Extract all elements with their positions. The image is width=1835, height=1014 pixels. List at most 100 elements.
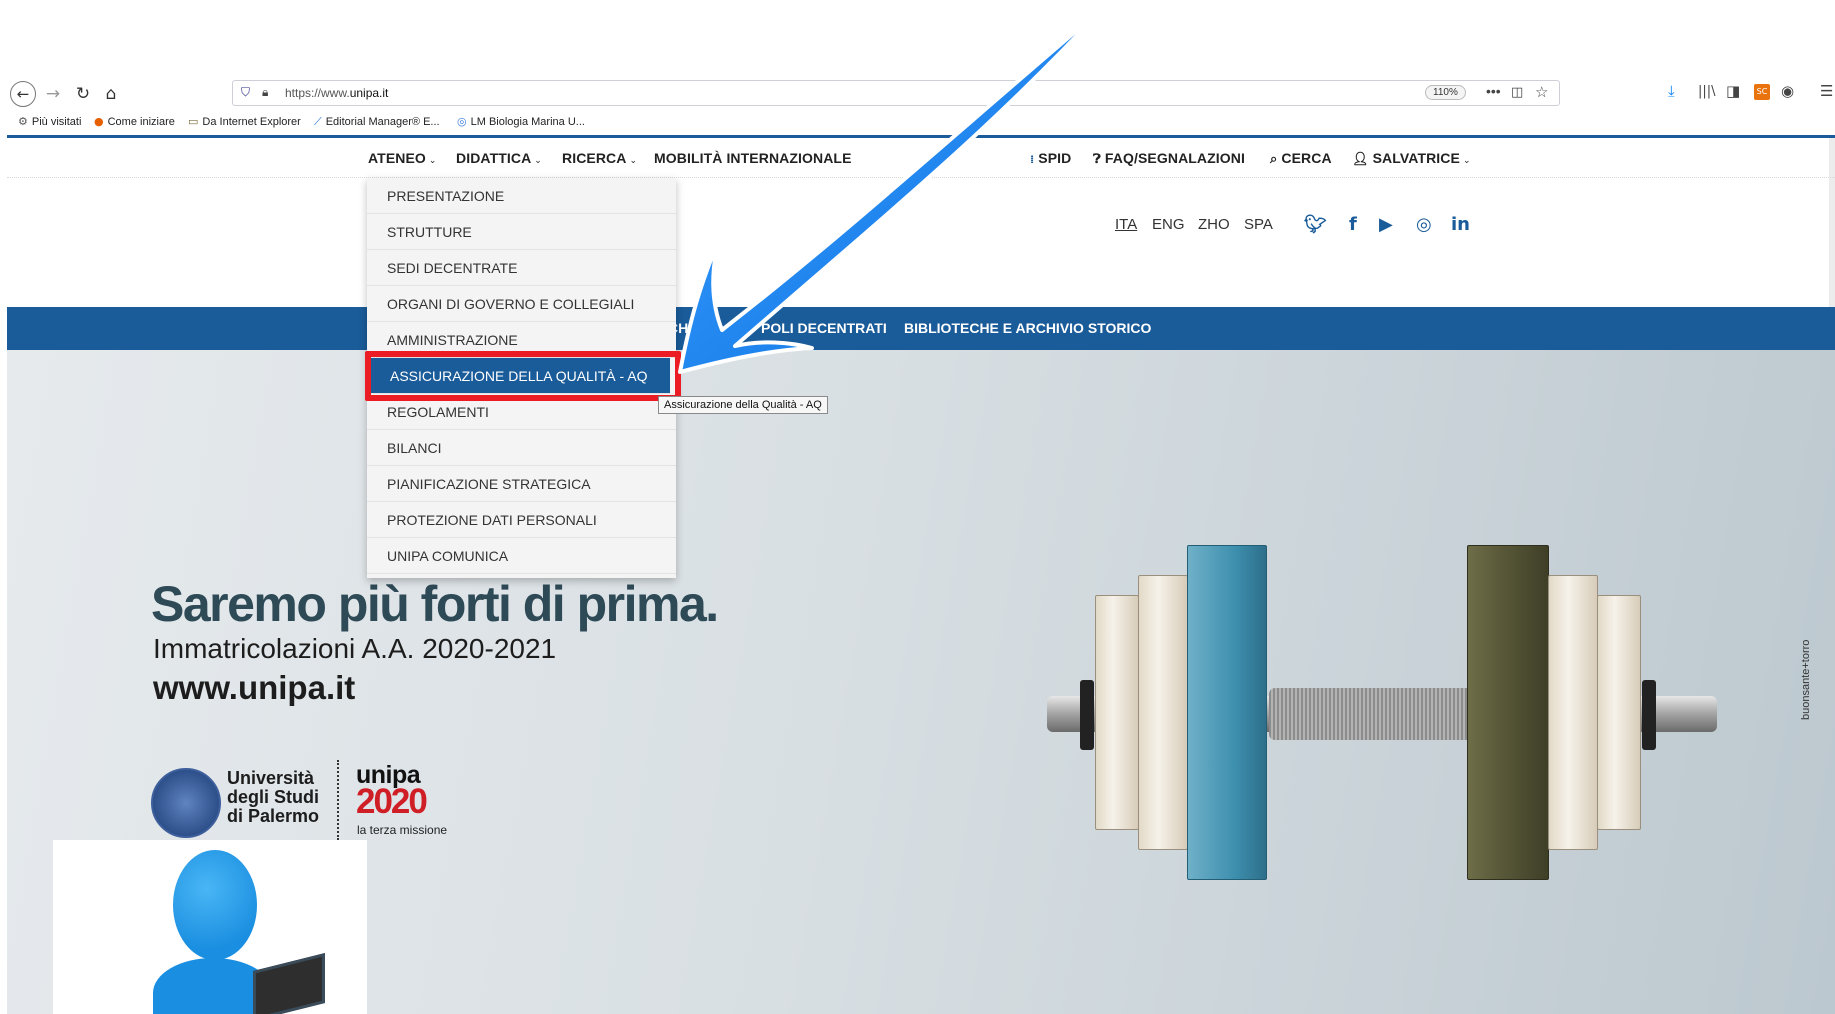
book xyxy=(1187,545,1267,880)
address-bar[interactable]: ⛉ 🔒︎ https://www.unipa.it 110% ••• ◫ ☆ xyxy=(232,80,1560,106)
nav-label: DIDATTICA xyxy=(456,150,532,166)
sidebar-icon[interactable]: ◨ xyxy=(1726,82,1740,100)
nav-label: CERCA xyxy=(1281,150,1332,166)
dropdown-item-bilanci[interactable]: BILANCI xyxy=(367,430,676,466)
url-prefix: https://www. xyxy=(285,86,350,100)
account-icon[interactable]: ◉ xyxy=(1781,82,1794,100)
dropdown-item-sedi-decentrate[interactable]: SEDI DECENTRATE xyxy=(367,250,676,286)
nav-spid[interactable]: ⁞ SPID xyxy=(1030,150,1071,166)
book xyxy=(1548,575,1598,850)
book xyxy=(1095,595,1139,830)
nav-poli-decentrati[interactable]: POLI DECENTRATI xyxy=(761,320,887,336)
nav-label: SALVATRICE xyxy=(1372,150,1460,166)
nav-faq-segnalazioni[interactable]: ❓︎ FAQ/SEGNALAZIONI xyxy=(1093,150,1245,167)
image-credit: buonsante+torro xyxy=(1800,639,1812,720)
lock-icon[interactable]: 🔒︎ xyxy=(262,85,268,100)
url-domain: unipa.it xyxy=(349,86,389,100)
folder-icon: ▭ xyxy=(188,115,199,128)
editorial-manager-icon: ⟋ xyxy=(314,115,322,128)
hero-subtitle: Immatricolazioni A.A. 2020-2021 xyxy=(153,633,557,664)
book xyxy=(1467,545,1549,880)
reload-button[interactable]: ↻ xyxy=(70,81,96,107)
bookmark-label: Editorial Manager® E... xyxy=(325,116,440,128)
lang-eng[interactable]: ENG xyxy=(1152,216,1185,233)
chevron-down-icon: ⌄ xyxy=(428,155,437,165)
pocket-icon[interactable]: ◫ xyxy=(1511,84,1523,100)
university-seal-icon xyxy=(151,768,221,838)
bookmark-label: Come iniziare xyxy=(107,115,175,128)
linkedin-icon[interactable]: in xyxy=(1451,214,1470,235)
university-name-line: di Palermo xyxy=(227,806,320,826)
library-icon[interactable]: |||\ xyxy=(1698,84,1716,99)
firefox-icon: ● xyxy=(94,115,104,128)
nav-label: MOBILITÀ INTERNAZIONALE xyxy=(654,150,852,166)
web-page: ATENEO ⌄ DIDATTICA ⌄ RICERCA ⌄ MOBILITÀ INT… xyxy=(7,135,1835,1014)
lang-ita[interactable]: ITA xyxy=(1115,216,1137,233)
bookmark-getting-started[interactable]: ● Come iniziare xyxy=(94,115,175,128)
dropdown-item-pianificazione-strategica[interactable]: PIANIFICAZIONE STRATEGICA xyxy=(367,466,676,502)
arrow-left-icon: ← xyxy=(16,85,30,103)
nav-label: SPID xyxy=(1038,150,1072,166)
dropdown-item-unipa-comunica[interactable]: UNIPA COMUNICA xyxy=(367,538,676,574)
browser-toolbar: ← → ↻ ⌂ ⛉ 🔒︎ https://www.unipa.it 110% •… xyxy=(0,76,1835,110)
twitter-icon[interactable]: 🐦︎ xyxy=(1304,214,1327,235)
reload-icon: ↻ xyxy=(75,84,91,104)
zoom-level-badge[interactable]: 110% xyxy=(1425,85,1466,100)
book xyxy=(1138,575,1188,850)
nav-biblioteche-archivio[interactable]: BIBLIOTECHE E ARCHIVIO STORICO xyxy=(904,320,1151,336)
nav-cerca[interactable]: ⌕ CERCA xyxy=(1270,150,1332,167)
nav-ateneo[interactable]: ATENEO ⌄ xyxy=(368,150,437,166)
secondary-navigation: CHI POLI DECENTRATI BIBLIOTECHE E ARCHIV… xyxy=(7,307,1835,350)
dropdown-item-protezione-dati[interactable]: PROTEZIONE DATI PERSONALI xyxy=(367,502,676,538)
extension-badge-icon[interactable]: SC xyxy=(1754,84,1770,100)
mascot-image xyxy=(53,840,367,1014)
spid-icon: ⁞ xyxy=(1030,153,1035,166)
lang-spa[interactable]: SPA xyxy=(1244,216,1273,233)
home-button[interactable]: ⌂ xyxy=(98,81,124,107)
bookmark-editorial-manager[interactable]: ⟋ Editorial Manager® E... xyxy=(314,115,440,129)
bookmark-label: Più visitati xyxy=(31,115,82,128)
bookmark-star-icon[interactable]: ☆ xyxy=(1535,83,1548,101)
chevron-down-icon: ⌄ xyxy=(629,155,638,165)
unipa-logo-tagline: la terza missione xyxy=(357,823,448,837)
page-actions-icon[interactable]: ••• xyxy=(1486,83,1501,99)
search-icon: ⌕ xyxy=(1270,152,1278,167)
top-navigation: ATENEO ⌄ DIDATTICA ⌄ RICERCA ⌄ MOBILITÀ INT… xyxy=(7,138,1835,178)
nav-label: FAQ/SEGNALAZIONI xyxy=(1104,150,1245,166)
youtube-icon[interactable]: ▶ xyxy=(1379,214,1393,235)
forward-button[interactable]: → xyxy=(40,81,66,107)
facebook-icon[interactable]: f xyxy=(1349,214,1357,235)
book xyxy=(1597,595,1641,830)
bookmark-folder-ie[interactable]: ▭ Da Internet Explorer xyxy=(188,115,301,128)
url-text[interactable]: https://www.unipa.it xyxy=(285,86,388,100)
nav-didattica[interactable]: DIDATTICA ⌄ xyxy=(456,150,542,166)
hamburger-menu-icon[interactable]: ☰ xyxy=(1820,82,1833,100)
bookmark-most-visited[interactable]: ⚙ Più visitati xyxy=(18,115,81,128)
globe-icon: ◎ xyxy=(457,115,467,128)
download-icon[interactable]: ⤓ xyxy=(1668,82,1675,100)
hero-banner[interactable]: Saremo più forti di prima. Immatricolazi… xyxy=(7,350,1835,1014)
logo-divider xyxy=(337,760,339,840)
instagram-icon[interactable]: ◎ xyxy=(1416,214,1432,235)
lang-zho[interactable]: ZHO xyxy=(1198,216,1230,233)
dropdown-item-presentazione[interactable]: PRESENTAZIONE xyxy=(367,178,676,214)
nav-ricerca[interactable]: RICERCA ⌄ xyxy=(562,150,637,166)
nav-mobilita-internazionale[interactable]: MOBILITÀ INTERNAZIONALE xyxy=(654,150,852,166)
dropdown-item-organi-di-governo[interactable]: ORGANI DI GOVERNO E COLLEGIALI xyxy=(367,286,676,322)
hero-url: www.unipa.it xyxy=(153,669,356,706)
nav-label: ATENEO xyxy=(368,150,426,166)
tracking-shield-icon[interactable]: ⛉ xyxy=(241,85,250,100)
dumbbell-grip xyxy=(1269,688,1495,740)
university-name: Università degli Studi di Palermo xyxy=(227,769,327,826)
back-button[interactable]: ← xyxy=(10,81,36,107)
question-circle-icon: ❓︎ xyxy=(1093,152,1101,167)
dropdown-item-strutture[interactable]: STRUTTURE xyxy=(367,214,676,250)
chevron-down-icon: ⌄ xyxy=(1462,155,1471,165)
bookmark-lm-biologia[interactable]: ◎ LM Biologia Marina U... xyxy=(457,115,585,128)
laptop-icon xyxy=(253,953,325,1014)
tooltip: Assicurazione della Qualità - AQ xyxy=(658,396,828,414)
bookmark-label: Da Internet Explorer xyxy=(202,115,301,128)
bookmarks-toolbar: ⚙ Più visitati ● Come iniziare ▭ Da Interne… xyxy=(0,113,1835,133)
unipa-logo-year: 2020 xyxy=(356,782,428,821)
nav-user-salvatrice[interactable]: 👤︎ SALVATRICE ⌄ xyxy=(1352,150,1471,167)
